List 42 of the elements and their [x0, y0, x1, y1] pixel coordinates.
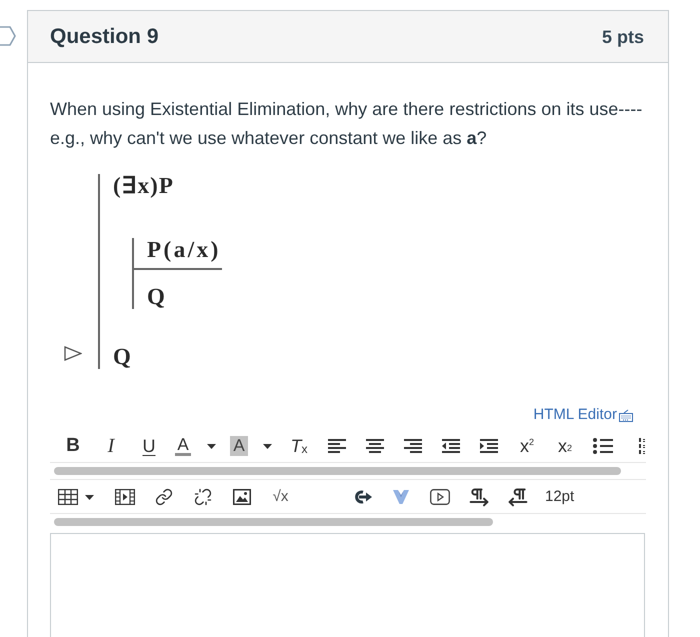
premise-formula: (∃x)P [113, 174, 175, 198]
subproof-conclusion-formula: Q [147, 285, 166, 309]
conclusion-formula: Q [113, 345, 132, 369]
align-left-icon [328, 439, 346, 453]
tag-icon[interactable] [0, 26, 16, 46]
outdent-icon [442, 439, 460, 453]
image-icon [232, 489, 250, 505]
superscript-button[interactable]: x$^{2}$ [508, 429, 546, 462]
underline-button[interactable]: U [130, 429, 168, 462]
align-right-icon [404, 439, 422, 453]
question-text: When using Existential Elimination, why are there restrictions on its use----e.g., why can't we use whatever constant we like as a? [50, 98, 644, 150]
assumption-formula: P(a/x) [147, 238, 222, 262]
pilcrow-right-icon [468, 487, 488, 507]
font-size-button[interactable]: 12pt [545, 480, 574, 513]
caret-icon [206, 444, 216, 448]
v-shape-icon [392, 490, 408, 504]
link-icon [154, 488, 172, 506]
indent-icon [480, 439, 498, 453]
scrollbar-thumb[interactable] [54, 518, 493, 526]
table-icon [58, 489, 78, 505]
scope-line [132, 238, 134, 309]
triangle-icon [64, 346, 82, 361]
highlight-color-button[interactable]: A [230, 436, 248, 456]
film-icon [114, 489, 134, 505]
play-icon [430, 489, 450, 505]
points-label: 5 pts [602, 26, 644, 48]
keyboard-icon [619, 408, 633, 422]
bold-button[interactable]: B [54, 429, 92, 462]
caret-icon [84, 494, 94, 500]
text-color-button[interactable]: A [175, 436, 191, 456]
question-title: Question 9 [50, 24, 159, 50]
align-center-icon [366, 439, 384, 453]
html-editor-link[interactable]: HTML Editor [533, 405, 633, 425]
unlink-icon [194, 488, 212, 506]
italic-button[interactable]: I [92, 429, 130, 462]
caret-icon [262, 444, 272, 448]
pilcrow-left-icon [508, 487, 528, 507]
scrollbar-thumb[interactable] [54, 467, 621, 475]
bullet-list-icon [593, 438, 613, 454]
numbered-list-icon [639, 438, 646, 454]
equation-button[interactable]: √x [261, 480, 300, 513]
clear-formatting-button[interactable]: T$_{x}$ [280, 429, 318, 462]
